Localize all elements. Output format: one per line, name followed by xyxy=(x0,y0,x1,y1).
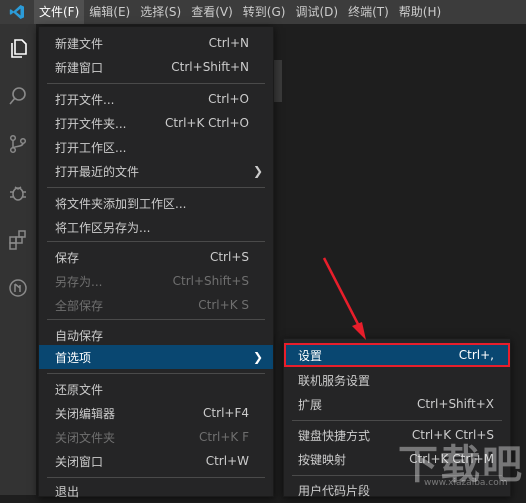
menu-item-label: 新建文件 xyxy=(55,36,104,51)
menu-item-shortcut: Ctrl+S xyxy=(209,250,249,264)
menu-item-label: 新建窗口 xyxy=(55,60,104,75)
menu-item-shortcut: Ctrl+F4 xyxy=(203,406,249,420)
debug-icon[interactable] xyxy=(0,174,36,210)
menu-separator xyxy=(47,477,265,478)
vscode-logo-icon[interactable] xyxy=(0,0,34,24)
menu-item-shortcut: Ctrl+N xyxy=(208,36,249,50)
menu-item-close-folder[interactable]: 关闭文件夹 Ctrl+K F xyxy=(39,425,273,449)
menu-terminal[interactable]: 终端(T) xyxy=(343,0,394,24)
chevron-right-icon: ❯ xyxy=(252,350,263,364)
menu-item-new-window[interactable]: 新建窗口 Ctrl+Shift+N xyxy=(39,55,273,79)
menu-item-preferences[interactable]: 首选项 ❯ xyxy=(39,345,273,369)
menu-item-shortcut: Ctrl+Shift+X xyxy=(417,397,494,411)
menu-item-close-window[interactable]: 关闭窗口 Ctrl+W xyxy=(39,449,273,473)
menu-item-label: 按键映射 xyxy=(298,452,347,467)
menu-item-label: 退出 xyxy=(55,484,80,499)
watermark: 下载吧 www.xiazaiba.com xyxy=(398,432,526,495)
menu-item-label: 打开工作区... xyxy=(55,140,127,155)
menu-item-label: 用户代码片段 xyxy=(298,483,371,498)
menu-item-shortcut: Ctrl+K Ctrl+O xyxy=(165,116,249,130)
menu-item-save-as[interactable]: 另存为... Ctrl+Shift+S xyxy=(39,269,273,293)
files-icon[interactable] xyxy=(0,30,36,66)
menu-separator xyxy=(292,420,502,421)
menu-item-shortcut: Ctrl+W xyxy=(205,454,249,468)
submenu-item-settings[interactable]: 设置 Ctrl+, xyxy=(284,343,510,367)
menu-view[interactable]: 查看(V) xyxy=(186,0,238,24)
menu-item-label: 打开最近的文件 xyxy=(55,164,140,179)
menu-item-label: 另存为... xyxy=(55,274,103,289)
search-icon[interactable] xyxy=(0,78,36,114)
chevron-right-icon: ❯ xyxy=(252,164,263,178)
menu-item-label: 将文件夹添加到工作区... xyxy=(55,196,187,211)
menu-item-revert-file[interactable]: 还原文件 xyxy=(39,377,273,401)
menu-item-label: 将工作区另存为... xyxy=(55,220,151,235)
menu-item-open-workspace[interactable]: 打开工作区... xyxy=(39,135,273,159)
menu-item-label: 打开文件... xyxy=(55,92,115,107)
menu-item-new-file[interactable]: 新建文件 Ctrl+N xyxy=(39,31,273,55)
source-control-icon[interactable] xyxy=(0,126,36,162)
menu-item-save[interactable]: 保存 Ctrl+S xyxy=(39,245,273,269)
menu-item-shortcut: Ctrl+K F xyxy=(199,430,249,444)
remote-icon[interactable] xyxy=(0,270,36,306)
menu-item-label: 关闭文件夹 xyxy=(55,430,116,445)
menu-item-label: 设置 xyxy=(298,348,323,363)
menu-separator xyxy=(47,241,265,242)
menu-item-shortcut: Ctrl+, xyxy=(458,348,494,362)
submenu-item-online-services[interactable]: 联机服务设置 xyxy=(284,368,510,392)
menu-item-save-all[interactable]: 全部保存 Ctrl+K S xyxy=(39,293,273,317)
menu-item-shortcut: Ctrl+K S xyxy=(198,298,249,312)
menu-item-label: 保存 xyxy=(55,250,80,265)
menu-edit[interactable]: 编辑(E) xyxy=(84,0,135,24)
menu-selection[interactable]: 选择(S) xyxy=(135,0,186,24)
menu-item-open-file[interactable]: 打开文件... Ctrl+O xyxy=(39,87,273,111)
menu-item-exit[interactable]: 退出 xyxy=(39,479,273,503)
menu-item-label: 关闭编辑器 xyxy=(55,406,116,421)
menu-file[interactable]: 文件(F) xyxy=(34,0,85,24)
menu-item-close-editor[interactable]: 关闭编辑器 Ctrl+F4 xyxy=(39,401,273,425)
title-bar: 文件(F) 编辑(E) 选择(S) 查看(V) 转到(G) 调试(D) 终端(T… xyxy=(0,0,526,24)
menu-item-shortcut: Ctrl+Shift+S xyxy=(172,274,249,288)
menu-item-shortcut: Ctrl+Shift+N xyxy=(171,60,249,74)
menu-help[interactable]: 帮助(H) xyxy=(394,0,446,24)
menu-separator xyxy=(47,187,265,188)
menu-item-label: 扩展 xyxy=(298,397,323,412)
menu-item-add-folder-to-workspace[interactable]: 将文件夹添加到工作区... xyxy=(39,191,273,215)
menu-separator xyxy=(47,83,265,84)
menu-item-label: 全部保存 xyxy=(55,298,104,313)
menu-item-open-recent[interactable]: 打开最近的文件 ❯ xyxy=(39,159,273,183)
menu-item-label: 关闭窗口 xyxy=(55,454,104,469)
activity-bar xyxy=(0,24,36,495)
menu-item-label: 键盘快捷方式 xyxy=(298,428,371,443)
menu-item-label: 还原文件 xyxy=(55,382,104,397)
watermark-url: www.xiazaiba.com xyxy=(424,478,508,488)
menu-separator xyxy=(47,319,265,320)
menu-item-open-folder[interactable]: 打开文件夹... Ctrl+K Ctrl+O xyxy=(39,111,273,135)
menu-item-label: 自动保存 xyxy=(55,328,104,343)
submenu-item-extensions[interactable]: 扩展 Ctrl+Shift+X xyxy=(284,392,510,416)
extensions-icon[interactable] xyxy=(0,222,36,258)
menu-item-auto-save[interactable]: 自动保存 xyxy=(39,323,273,347)
menu-item-shortcut: Ctrl+O xyxy=(208,92,249,106)
menu-item-label: 联机服务设置 xyxy=(298,373,371,388)
menu-separator xyxy=(47,373,265,374)
menu-item-label: 首选项 xyxy=(55,350,92,365)
file-menu: 新建文件 Ctrl+N 新建窗口 Ctrl+Shift+N 打开文件... Ct… xyxy=(38,26,274,499)
menu-debug[interactable]: 调试(D) xyxy=(290,0,343,24)
menu-item-save-workspace-as[interactable]: 将工作区另存为... xyxy=(39,215,273,239)
menu-go[interactable]: 转到(G) xyxy=(238,0,291,24)
menu-item-label: 打开文件夹... xyxy=(55,116,127,131)
